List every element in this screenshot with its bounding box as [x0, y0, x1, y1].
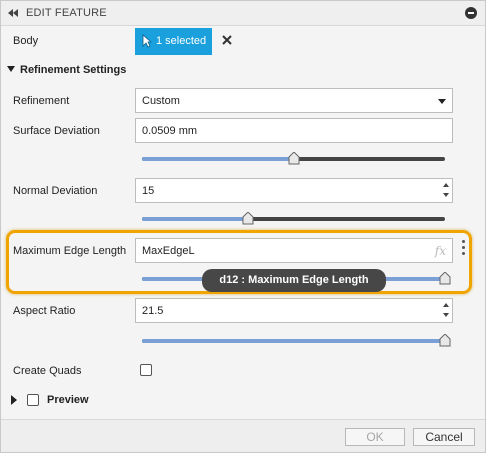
- selection-count: 1 selected: [156, 35, 207, 47]
- ok-button[interactable]: OK: [345, 428, 405, 446]
- preview-checkbox[interactable]: [27, 394, 39, 406]
- titlebar: EDIT FEATURE: [1, 1, 485, 26]
- slider-thumb[interactable]: [439, 272, 451, 285]
- body-label: Body: [13, 35, 39, 47]
- max-edge-length-input[interactable]: MaxEdgeL fx: [135, 238, 453, 263]
- refinement-dropdown[interactable]: Custom: [135, 88, 453, 113]
- slider-thumb[interactable]: [288, 152, 300, 165]
- normal-deviation-slider[interactable]: [142, 212, 445, 226]
- aspect-ratio-input[interactable]: 21.5: [135, 298, 453, 323]
- surface-deviation-slider[interactable]: [142, 152, 445, 166]
- max-edge-length-value: MaxEdgeL: [142, 245, 195, 257]
- cancel-button[interactable]: Cancel: [413, 428, 475, 446]
- more-options-icon[interactable]: [462, 240, 466, 258]
- slider-thumb[interactable]: [242, 212, 254, 225]
- spin-down-icon[interactable]: [443, 313, 449, 317]
- spinner[interactable]: [440, 179, 452, 202]
- refinement-settings-header[interactable]: Refinement Settings: [7, 64, 126, 76]
- cursor-arrow-icon: [142, 34, 152, 48]
- preview-label: Preview: [47, 394, 89, 406]
- slider-fill: [142, 157, 294, 161]
- normal-deviation-label: Normal Deviation: [13, 185, 98, 197]
- parameter-tooltip: d12 : Maximum Edge Length: [202, 269, 386, 292]
- max-edge-length-label: Maximum Edge Length: [13, 245, 127, 257]
- chevron-down-icon: [438, 99, 446, 104]
- dialog-footer: OK Cancel: [1, 419, 485, 452]
- surface-deviation-label: Surface Deviation: [13, 125, 100, 137]
- chevron-right-icon[interactable]: [11, 395, 17, 405]
- section-title: Refinement Settings: [20, 64, 127, 76]
- aspect-ratio-value: 21.5: [142, 305, 164, 317]
- spin-up-icon[interactable]: [443, 183, 449, 187]
- create-quads-checkbox[interactable]: [140, 364, 152, 376]
- body-selection-button[interactable]: 1 selected: [135, 28, 212, 55]
- normal-deviation-input[interactable]: 15: [135, 178, 453, 203]
- surface-deviation-value: 0.0509 mm: [142, 125, 198, 137]
- slider-fill: [142, 339, 445, 343]
- refinement-value: Custom: [142, 95, 180, 107]
- dialog-title: EDIT FEATURE: [26, 7, 107, 19]
- chevron-down-icon: [7, 66, 15, 72]
- surface-deviation-input[interactable]: 0.0509 mm: [135, 118, 453, 143]
- close-icon[interactable]: [220, 33, 234, 47]
- spinner[interactable]: [440, 299, 452, 322]
- aspect-ratio-slider[interactable]: [142, 334, 451, 348]
- minus-circle-icon[interactable]: [465, 7, 477, 19]
- create-quads-label: Create Quads: [13, 365, 82, 377]
- slider-thumb[interactable]: [439, 334, 451, 347]
- edit-feature-dialog: EDIT FEATURE Body 1 selected Refinement …: [0, 0, 486, 453]
- spin-up-icon[interactable]: [443, 303, 449, 307]
- spin-down-icon[interactable]: [443, 193, 449, 197]
- fx-icon[interactable]: fx: [435, 244, 446, 258]
- aspect-ratio-label: Aspect Ratio: [13, 305, 76, 317]
- refinement-label: Refinement: [13, 95, 70, 107]
- double-chevron-left-icon[interactable]: [7, 7, 19, 19]
- slider-fill: [142, 217, 249, 221]
- normal-deviation-value: 15: [142, 185, 155, 197]
